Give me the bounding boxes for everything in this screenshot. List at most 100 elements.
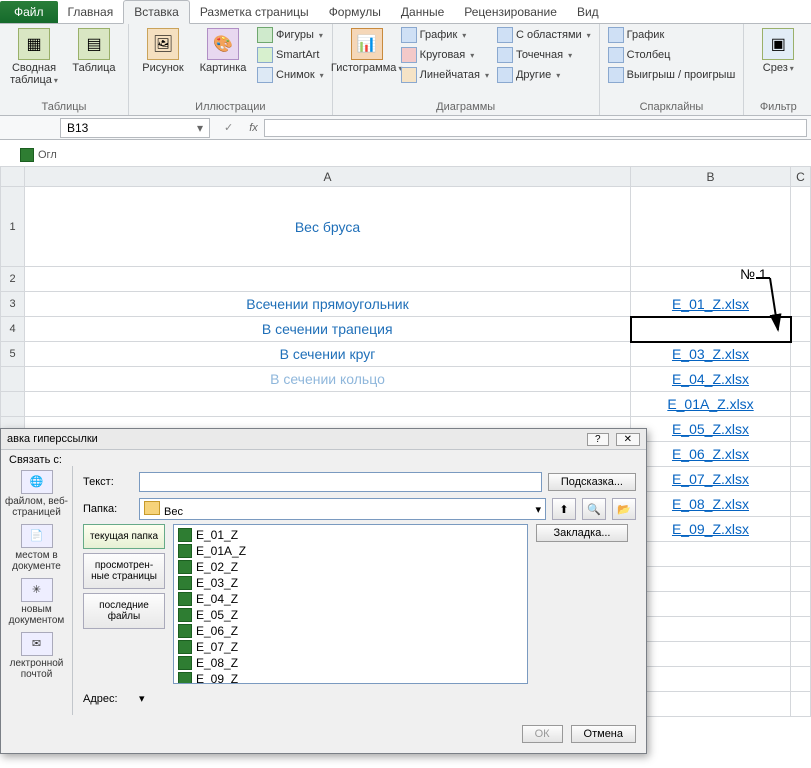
sparkline-line-button[interactable]: График — [606, 26, 738, 44]
file-item[interactable]: E_01_Z — [176, 527, 525, 543]
chart-pie-button[interactable]: Круговая — [399, 46, 491, 64]
file-item[interactable]: E_06_Z — [176, 623, 525, 639]
up-folder-button[interactable]: ⬆ — [552, 498, 576, 520]
row-header[interactable] — [1, 367, 25, 392]
file-item[interactable]: E_05_Z — [176, 607, 525, 623]
histogram-button[interactable]: 📊Гистограмма — [339, 26, 395, 77]
chart-other-button[interactable]: Другие — [495, 66, 593, 84]
screenshot-button[interactable]: Снимок — [255, 66, 326, 84]
formula-input[interactable] — [264, 119, 807, 137]
cell-link[interactable]: E_01_Z.xlsx — [631, 292, 791, 317]
row-header[interactable] — [1, 392, 25, 417]
name-box[interactable]: B13▾ — [60, 118, 210, 138]
cell[interactable]: В сечении круг — [25, 342, 631, 367]
cell[interactable] — [791, 367, 811, 392]
row-header[interactable]: 1 — [1, 187, 25, 267]
cell-title[interactable]: Вес бруса — [25, 187, 631, 267]
tab-review[interactable]: Рецензирование — [454, 1, 567, 23]
cell[interactable] — [791, 187, 811, 267]
hint-button[interactable]: Подсказка... — [548, 473, 636, 491]
dialog-help-button[interactable]: ? — [587, 433, 609, 446]
browsed-pages-button[interactable]: просмотрен- ные страницы — [83, 553, 165, 589]
cell[interactable]: В сечении кольцо — [25, 367, 631, 392]
cell[interactable] — [791, 392, 811, 417]
bookmark-button[interactable]: Закладка... — [536, 524, 628, 542]
cell[interactable] — [791, 267, 811, 292]
chart-scatter-button[interactable]: Точечная — [495, 46, 593, 64]
smartart-button[interactable]: SmartArt — [255, 46, 326, 64]
linkto-place-in-doc[interactable]: 📄местом в документе — [5, 524, 69, 572]
cell-link[interactable]: E_04_Z.xlsx — [631, 367, 791, 392]
folder-combo[interactable]: Вес▾ — [139, 498, 546, 520]
cell[interactable] — [791, 442, 811, 467]
cell[interactable] — [25, 267, 631, 292]
cell[interactable] — [25, 392, 631, 417]
shapes-button[interactable]: Фигуры — [255, 26, 326, 44]
linkto-new-doc[interactable]: ✳новым документом — [5, 578, 69, 626]
cell[interactable] — [791, 292, 811, 317]
tab-data[interactable]: Данные — [391, 1, 454, 23]
file-list[interactable]: E_01_ZE_01A_ZE_02_ZE_03_ZE_04_ZE_05_ZE_0… — [173, 524, 528, 684]
row-header[interactable]: 5 — [1, 342, 25, 367]
cell[interactable] — [791, 517, 811, 542]
cell[interactable] — [791, 317, 811, 342]
file-item[interactable]: E_03_Z — [176, 575, 525, 591]
chart-bar-button[interactable]: Линейчатая — [399, 66, 491, 84]
row-header[interactable]: 2 — [1, 267, 25, 292]
tab-page-layout[interactable]: Разметка страницы — [190, 1, 319, 23]
browse-file-button[interactable]: 📂 — [612, 498, 636, 520]
table-button[interactable]: ▤Таблица — [66, 26, 122, 76]
cancel-button[interactable]: Отмена — [571, 725, 636, 743]
fx-label[interactable]: fx — [249, 122, 258, 134]
cell[interactable] — [791, 492, 811, 517]
cell[interactable] — [631, 267, 791, 292]
cell-link[interactable]: E_05_Z.xlsx — [631, 417, 791, 442]
column-header-b[interactable]: B — [631, 167, 791, 187]
cell-link[interactable]: E_06_Z.xlsx — [631, 442, 791, 467]
sparkline-winloss-button[interactable]: Выигрыш / проигрыш — [606, 66, 738, 84]
tab-file[interactable]: Файл — [0, 1, 58, 23]
pivot-table-button[interactable]: ▦Сводная таблица — [6, 26, 62, 89]
linkto-web[interactable]: 🌐файлом, веб-страницей — [5, 470, 69, 518]
cell-link[interactable]: E_01A_Z.xlsx — [631, 392, 791, 417]
slicer-button[interactable]: ▣Срез — [750, 26, 806, 77]
address-combo[interactable]: ▾ — [139, 692, 636, 705]
cell-link[interactable]: E_03_Z.xlsx — [631, 342, 791, 367]
current-folder-button[interactable]: текущая папка — [83, 524, 165, 549]
text-input[interactable] — [139, 472, 542, 492]
ok-button[interactable]: ОК — [522, 725, 563, 743]
tab-formulas[interactable]: Формулы — [319, 1, 391, 23]
chart-line-button[interactable]: График — [399, 26, 491, 44]
cell-link[interactable]: E_08_Z.xlsx — [631, 492, 791, 517]
cell[interactable] — [791, 342, 811, 367]
file-item[interactable]: E_08_Z — [176, 655, 525, 671]
column-header-c[interactable]: C — [791, 167, 811, 187]
recent-files-button[interactable]: последние файлы — [83, 593, 165, 629]
cell-link[interactable]: E_09_Z.xlsx — [631, 517, 791, 542]
browse-web-button[interactable]: 🔍 — [582, 498, 606, 520]
sparkline-column-button[interactable]: Столбец — [606, 46, 738, 64]
file-item[interactable]: E_09_Z — [176, 671, 525, 684]
cell[interactable]: Всечении прямоугольник — [25, 292, 631, 317]
cell[interactable] — [791, 417, 811, 442]
cell-selected[interactable] — [631, 317, 791, 342]
linkto-email[interactable]: ✉лектронной почтой — [5, 632, 69, 680]
chart-area-button[interactable]: С областями — [495, 26, 593, 44]
cell[interactable] — [791, 467, 811, 492]
column-header-a[interactable]: A — [25, 167, 631, 187]
row-header[interactable]: 3 — [1, 292, 25, 317]
row-header[interactable]: 4 — [1, 317, 25, 342]
tab-insert[interactable]: Вставка — [123, 0, 190, 24]
cell[interactable] — [631, 187, 791, 267]
select-all-corner[interactable] — [1, 167, 25, 187]
dialog-close-button[interactable]: ✕ — [616, 433, 640, 446]
tab-view[interactable]: Вид — [567, 1, 609, 23]
file-item[interactable]: E_07_Z — [176, 639, 525, 655]
picture-button[interactable]: 🖼Рисунок — [135, 26, 191, 76]
file-item[interactable]: E_02_Z — [176, 559, 525, 575]
clipart-button[interactable]: 🎨Картинка — [195, 26, 251, 76]
cell[interactable]: В сечении трапеция — [25, 317, 631, 342]
tab-home[interactable]: Главная — [58, 1, 124, 23]
file-item[interactable]: E_04_Z — [176, 591, 525, 607]
file-item[interactable]: E_01A_Z — [176, 543, 525, 559]
